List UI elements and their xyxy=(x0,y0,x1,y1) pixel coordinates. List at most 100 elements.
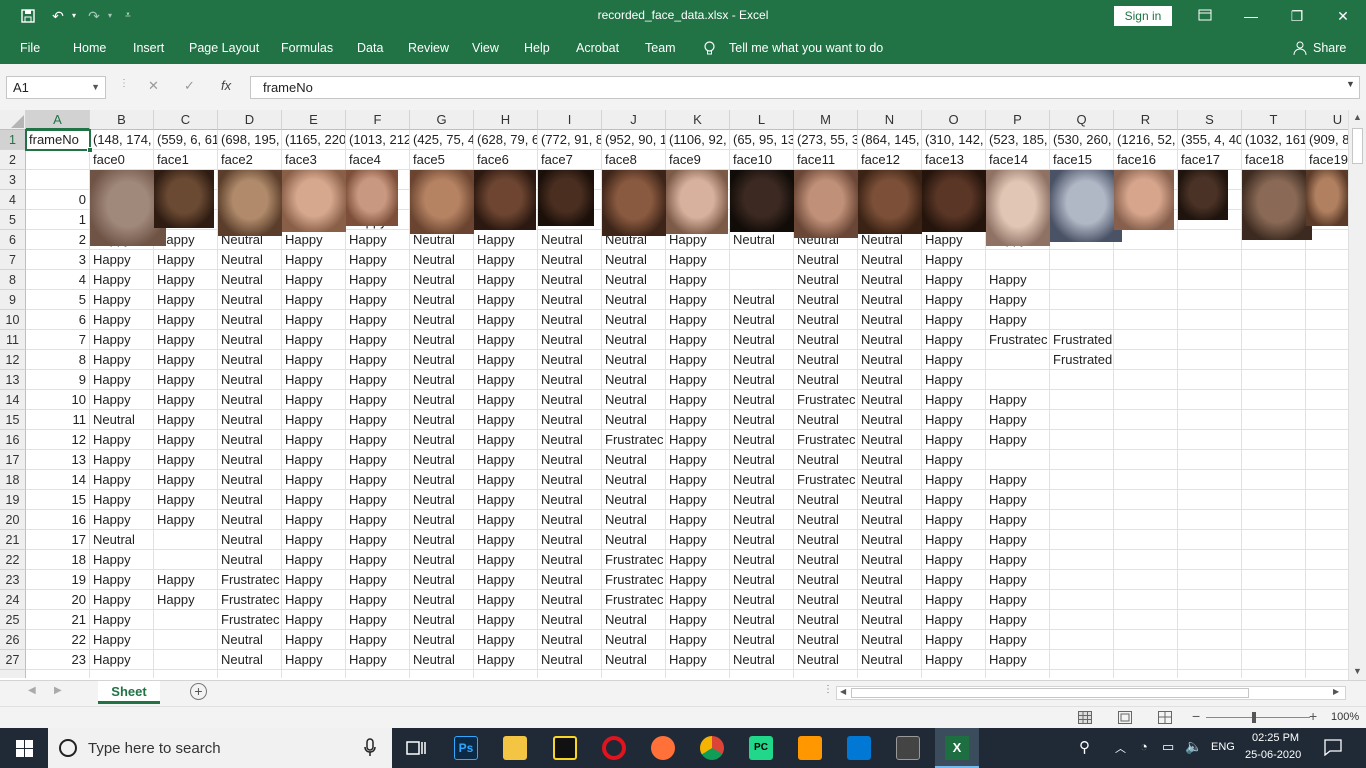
cell-d21[interactable]: Neutral xyxy=(218,530,282,550)
select-all-corner[interactable] xyxy=(0,110,26,130)
cell-e6[interactable]: Happy xyxy=(282,230,346,250)
cell-t10[interactable] xyxy=(1242,310,1306,330)
cell-k17[interactable]: Happy xyxy=(666,450,730,470)
cell-i20[interactable]: Neutral xyxy=(538,510,602,530)
cell-p27[interactable]: Happy xyxy=(986,650,1050,670)
restore-icon[interactable]: ❐ xyxy=(1286,5,1308,27)
cell-e11[interactable]: Happy xyxy=(282,330,346,350)
cell-partial[interactable] xyxy=(602,670,666,678)
face-image-7[interactable] xyxy=(538,170,594,226)
cell-e7[interactable]: Happy xyxy=(282,250,346,270)
cell-j19[interactable]: Neutral xyxy=(602,490,666,510)
cell-m15[interactable]: Neutral xyxy=(794,410,858,430)
cell-i18[interactable]: Neutral xyxy=(538,470,602,490)
cell-m10[interactable]: Neutral xyxy=(794,310,858,330)
vscode-icon[interactable] xyxy=(847,736,871,760)
cell-f12[interactable]: Happy xyxy=(346,350,410,370)
row-header-21[interactable]: 21 xyxy=(0,530,26,550)
cell-q20[interactable] xyxy=(1050,510,1114,530)
column-header-h[interactable]: H xyxy=(474,110,538,130)
cell-a19[interactable]: 15 xyxy=(26,490,90,510)
cell-p1[interactable]: (523, 185, xyxy=(986,130,1050,150)
cell-o14[interactable]: Happy xyxy=(922,390,986,410)
page-break-view-icon[interactable] xyxy=(1158,711,1172,727)
cell-partial[interactable] xyxy=(1306,670,1348,678)
cell-u1[interactable]: (909, 8 xyxy=(1306,130,1348,150)
cell-t14[interactable] xyxy=(1242,390,1306,410)
face-image-2[interactable] xyxy=(218,170,282,236)
cell-u15[interactable] xyxy=(1306,410,1348,430)
wifi-icon[interactable]: ◔ xyxy=(1140,739,1148,754)
cell-j26[interactable]: Neutral xyxy=(602,630,666,650)
scroll-right-icon[interactable]: ▶ xyxy=(1333,687,1339,696)
cell-d13[interactable]: Neutral xyxy=(218,370,282,390)
cell-s27[interactable] xyxy=(1178,650,1242,670)
cell-n9[interactable]: Neutral xyxy=(858,290,922,310)
cell-n26[interactable]: Neutral xyxy=(858,630,922,650)
cell-o21[interactable]: Happy xyxy=(922,530,986,550)
cell-k15[interactable]: Happy xyxy=(666,410,730,430)
cell-g24[interactable]: Neutral xyxy=(410,590,474,610)
cell-d16[interactable]: Neutral xyxy=(218,430,282,450)
cell-i10[interactable]: Neutral xyxy=(538,310,602,330)
cell-u21[interactable] xyxy=(1306,530,1348,550)
cell-q15[interactable] xyxy=(1050,410,1114,430)
cell-q2[interactable]: face15 xyxy=(1050,150,1114,170)
cell-b23[interactable]: Happy xyxy=(90,570,154,590)
name-box[interactable]: A1 ▼ xyxy=(6,76,106,99)
cell-m19[interactable]: Neutral xyxy=(794,490,858,510)
cell-g18[interactable]: Neutral xyxy=(410,470,474,490)
clock-date[interactable]: 25-06-2020 xyxy=(1245,749,1301,761)
cell-partial[interactable] xyxy=(346,670,410,678)
cell-p23[interactable]: Happy xyxy=(986,570,1050,590)
cell-l18[interactable]: Neutral xyxy=(730,470,794,490)
cell-h20[interactable]: Happy xyxy=(474,510,538,530)
cell-d23[interactable]: Frustratec xyxy=(218,570,282,590)
cell-b22[interactable]: Happy xyxy=(90,550,154,570)
cell-u20[interactable] xyxy=(1306,510,1348,530)
tab-view[interactable]: View xyxy=(472,41,499,55)
enter-icon[interactable]: ✓ xyxy=(184,78,195,94)
cell-u11[interactable] xyxy=(1306,330,1348,350)
cell-r14[interactable] xyxy=(1114,390,1178,410)
cell-m11[interactable]: Neutral xyxy=(794,330,858,350)
cell-f1[interactable]: (1013, 212 xyxy=(346,130,410,150)
cell-i12[interactable]: Neutral xyxy=(538,350,602,370)
tab-help[interactable]: Help xyxy=(524,41,550,55)
cell-q7[interactable] xyxy=(1050,250,1114,270)
cell-b10[interactable]: Happy xyxy=(90,310,154,330)
cell-q26[interactable] xyxy=(1050,630,1114,650)
cell-m24[interactable]: Neutral xyxy=(794,590,858,610)
cell-n19[interactable]: Neutral xyxy=(858,490,922,510)
cell-q17[interactable] xyxy=(1050,450,1114,470)
cell-k13[interactable]: Happy xyxy=(666,370,730,390)
cell-s26[interactable] xyxy=(1178,630,1242,650)
cell-o7[interactable]: Happy xyxy=(922,250,986,270)
cell-u22[interactable] xyxy=(1306,550,1348,570)
cell-b16[interactable]: Happy xyxy=(90,430,154,450)
cell-f25[interactable]: Happy xyxy=(346,610,410,630)
cell-t17[interactable] xyxy=(1242,450,1306,470)
cell-m1[interactable]: (273, 55, 3 xyxy=(794,130,858,150)
cell-partial[interactable] xyxy=(1114,670,1178,678)
cell-r13[interactable] xyxy=(1114,370,1178,390)
cell-d15[interactable]: Neutral xyxy=(218,410,282,430)
cell-a18[interactable]: 14 xyxy=(26,470,90,490)
cell-r11[interactable] xyxy=(1114,330,1178,350)
cell-l14[interactable]: Neutral xyxy=(730,390,794,410)
cell-o6[interactable]: Happy xyxy=(922,230,986,250)
row-header-23[interactable]: 23 xyxy=(0,570,26,590)
cell-partial[interactable] xyxy=(282,670,346,678)
cell-p24[interactable]: Happy xyxy=(986,590,1050,610)
cell-r17[interactable] xyxy=(1114,450,1178,470)
cell-e16[interactable]: Happy xyxy=(282,430,346,450)
people-icon[interactable]: ⚲ xyxy=(1079,738,1090,756)
cell-d24[interactable]: Frustratec xyxy=(218,590,282,610)
cell-k19[interactable]: Happy xyxy=(666,490,730,510)
cell-o1[interactable]: (310, 142, xyxy=(922,130,986,150)
cell-q14[interactable] xyxy=(1050,390,1114,410)
cell-b26[interactable]: Happy xyxy=(90,630,154,650)
prev-sheet-icon[interactable]: ◀ xyxy=(28,685,36,696)
cell-a12[interactable]: 8 xyxy=(26,350,90,370)
cell-a8[interactable]: 4 xyxy=(26,270,90,290)
